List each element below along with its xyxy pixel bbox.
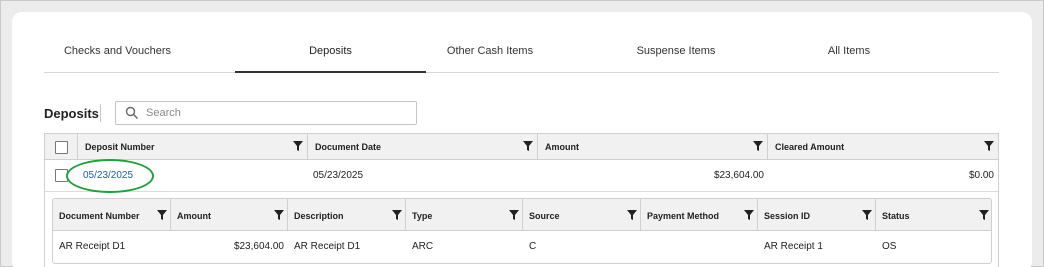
tab-checks-and-vouchers[interactable]: Checks and Vouchers [44,39,191,73]
cleared-amount-cell: $0.00 [968,170,994,181]
filter-icon[interactable] [293,141,303,151]
source-cell: C [529,241,537,252]
tab-deposits[interactable]: Deposits [235,39,426,73]
column-label: Document Date [315,142,382,152]
deposits-table: Deposit Number Document Date Amount Clea… [44,133,999,267]
column-header-status[interactable]: Status [876,199,991,230]
filter-icon[interactable] [509,210,519,220]
column-label: Status [882,211,910,221]
document-date-cell: 05/23/2025 [313,170,364,181]
column-header-amount[interactable]: Amount [171,199,288,230]
title-divider [100,104,101,122]
tab-bar: Checks and Vouchers Deposits Other Cash … [44,39,999,73]
column-label: Deposit Number [85,142,155,152]
column-label: Document Number [59,211,140,221]
select-all-checkbox[interactable] [55,141,68,154]
table-row[interactable]: 05/23/2025 05/23/2025 $23,604.00 $0.00 [45,159,998,193]
filter-icon[interactable] [392,210,402,220]
tab-suspense-items[interactable]: Suspense Items [617,39,735,73]
filter-icon[interactable] [979,210,989,220]
column-label: Amount [177,211,211,221]
column-label: Type [412,211,433,221]
column-label: Source [529,211,560,221]
column-label: Amount [545,142,579,152]
column-header-document-date[interactable]: Document Date [308,134,538,159]
column-label: Cleared Amount [775,142,845,152]
detail-table: Document Number Amount Description Type … [52,198,992,264]
filter-icon[interactable] [984,141,994,151]
status-cell: OS [882,241,897,252]
filter-icon[interactable] [627,210,637,220]
type-cell: ARC [412,241,434,252]
amount-cell: $23,604.00 [713,170,764,181]
column-header-source[interactable]: Source [523,199,641,230]
filter-icon[interactable] [753,141,763,151]
search-icon [125,106,139,120]
column-header-deposit-number[interactable]: Deposit Number [78,134,308,159]
column-label: Description [294,211,344,221]
description-cell: AR Receipt D1 [294,241,361,252]
column-label: Session ID [764,211,811,221]
table-row[interactable]: AR Receipt D1 $23,604.00 AR Receipt D1 A… [53,231,991,263]
column-header-description[interactable]: Description [288,199,406,230]
column-header-document-number[interactable]: Document Number [53,199,171,230]
column-header-type[interactable]: Type [406,199,523,230]
detail-table-header: Document Number Amount Description Type … [53,199,991,231]
column-header-cleared-amount[interactable]: Cleared Amount [768,134,998,159]
content-card: Checks and Vouchers Deposits Other Cash … [12,12,1032,267]
filter-icon[interactable] [274,210,284,220]
amount-cell: $23,604.00 [233,241,284,252]
search-box[interactable] [115,101,417,125]
deposit-number-link[interactable]: 05/23/2025 [83,161,133,192]
filter-icon[interactable] [157,210,167,220]
table-header: Deposit Number Document Date Amount Clea… [45,134,998,160]
search-input[interactable] [146,102,411,124]
tab-other-cash-items[interactable]: Other Cash Items [426,39,554,73]
column-header-session-id[interactable]: Session ID [758,199,876,230]
filter-icon[interactable] [523,141,533,151]
row-checkbox[interactable] [55,169,68,182]
document-number-cell: AR Receipt D1 [59,241,126,252]
column-label: Payment Method [647,211,720,221]
filter-icon[interactable] [744,210,754,220]
session-id-cell: AR Receipt 1 [764,241,823,252]
column-header-amount[interactable]: Amount [538,134,768,159]
select-all-cell [45,134,78,159]
section-title: Deposits [44,106,99,121]
filter-icon[interactable] [862,210,872,220]
tab-all-items[interactable]: All Items [809,39,889,73]
column-header-payment-method[interactable]: Payment Method [641,199,758,230]
